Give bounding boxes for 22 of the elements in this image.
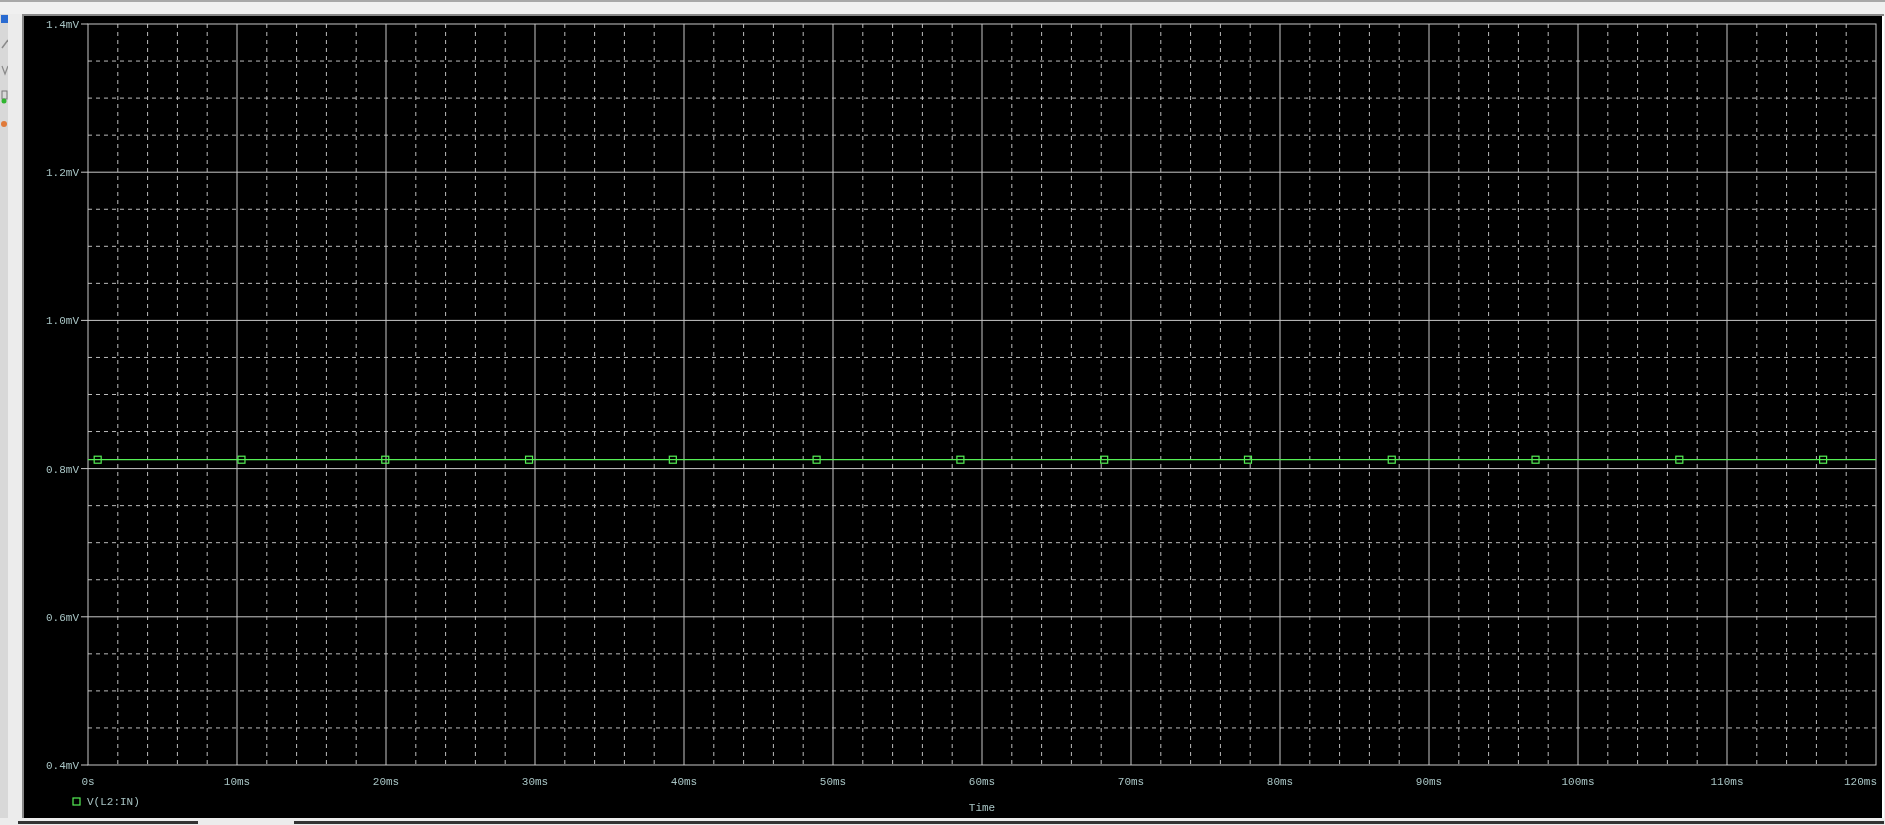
- x-tick-label: 80ms: [1266, 775, 1294, 788]
- x-axis-label: Time: [968, 801, 996, 814]
- x-tick-label: 50ms: [819, 775, 847, 788]
- y-tick-label: 0.4mV: [46, 759, 79, 772]
- y-tick-label: 1.4mV: [46, 18, 79, 31]
- x-tick-label: 0s: [81, 775, 95, 788]
- x-tick-label: 40ms: [670, 775, 698, 788]
- x-tick-label: 60ms: [968, 775, 996, 788]
- x-tick-label: 100ms: [1561, 775, 1595, 788]
- y-tick-label: 1.0mV: [46, 315, 79, 328]
- y-tick-label: 0.6mV: [46, 611, 79, 624]
- x-tick-label: 30ms: [521, 775, 549, 788]
- y-tick-label: 1.2mV: [46, 166, 79, 179]
- y-tick-label: 0.8mV: [46, 463, 79, 476]
- legend-label[interactable]: V(L2:IN): [87, 795, 140, 808]
- x-tick-label: 90ms: [1415, 775, 1443, 788]
- legend-marker: [72, 797, 81, 806]
- x-tick-label: 70ms: [1117, 775, 1145, 788]
- x-tick-label: 20ms: [372, 775, 400, 788]
- x-tick-label: 10ms: [223, 775, 251, 788]
- x-tick-label: 120ms: [1844, 775, 1877, 788]
- x-tick-label: 110ms: [1710, 775, 1744, 788]
